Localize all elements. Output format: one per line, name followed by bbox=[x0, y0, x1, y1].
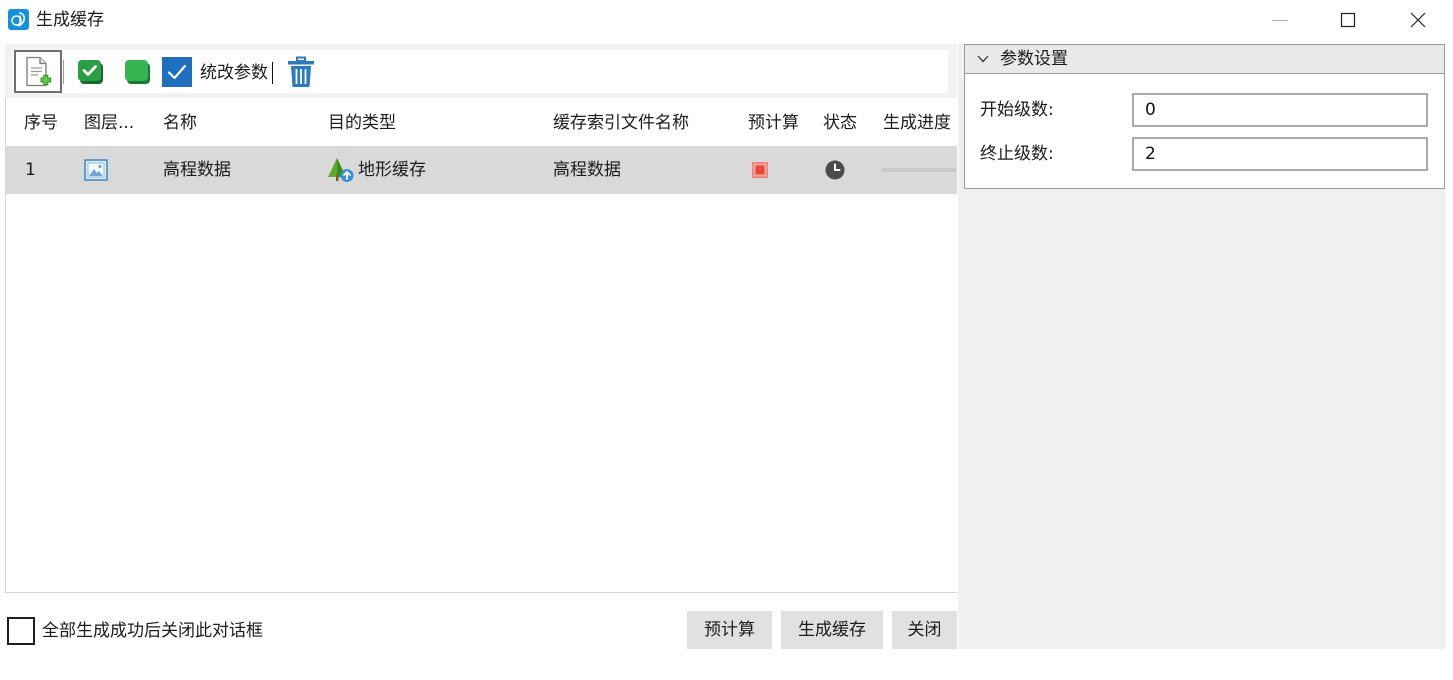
close-icon bbox=[1410, 12, 1426, 28]
terrain-cache-icon bbox=[327, 157, 355, 183]
table-header: 序号 图层... 名称 目的类型 缓存索引文件名称 预计算 状态 生成进度 bbox=[6, 100, 957, 146]
row-index-file-name: 高程数据 bbox=[553, 160, 621, 180]
precompute-button[interactable]: 预计算 bbox=[687, 611, 772, 649]
column-header-progress[interactable]: 生成进度 bbox=[883, 100, 951, 146]
deselect-all-button[interactable] bbox=[123, 58, 153, 86]
maximize-icon bbox=[1340, 12, 1356, 28]
checkmark-icon bbox=[167, 64, 187, 80]
minimize-button[interactable] bbox=[1257, 0, 1303, 40]
maximize-button[interactable] bbox=[1325, 0, 1371, 40]
window-title: 生成缓存 bbox=[36, 10, 104, 30]
column-header-target-type[interactable]: 目的类型 bbox=[328, 100, 396, 146]
column-header-precompute[interactable]: 预计算 bbox=[748, 100, 799, 146]
chevron-down-icon[interactable] bbox=[977, 55, 989, 63]
end-level-label: 终止级数: bbox=[980, 144, 1054, 164]
batch-edit-label[interactable]: 统改参数 bbox=[200, 60, 268, 86]
close-button[interactable]: 关闭 bbox=[892, 611, 957, 649]
close-window-button[interactable] bbox=[1395, 0, 1441, 40]
parameter-settings-header[interactable]: 参数设置 bbox=[965, 45, 1444, 74]
progress-bar bbox=[882, 168, 957, 172]
end-level-input[interactable] bbox=[1132, 137, 1428, 171]
table-row[interactable]: 1 高程数据 地形缓存 高程数据 bbox=[6, 146, 957, 194]
start-level-input[interactable] bbox=[1132, 93, 1428, 127]
column-header-layer[interactable]: 图层... bbox=[84, 100, 134, 146]
column-header-index-file[interactable]: 缓存索引文件名称 bbox=[553, 100, 689, 146]
close-on-success-label[interactable]: 全部生成成功后关闭此对话框 bbox=[42, 619, 263, 643]
toolbar-separator bbox=[63, 60, 64, 84]
start-level-label: 开始级数: bbox=[980, 100, 1054, 120]
new-task-icon bbox=[26, 56, 51, 86]
uncheck-all-icon bbox=[125, 60, 150, 84]
title-bar: 生成缓存 bbox=[0, 0, 1453, 40]
column-header-status[interactable]: 状态 bbox=[823, 100, 857, 146]
text-caret bbox=[272, 62, 273, 84]
parameter-settings-group: 参数设置 开始级数: 终止级数: bbox=[964, 44, 1445, 189]
stop-icon[interactable] bbox=[752, 162, 768, 178]
task-table: 序号 图层... 名称 目的类型 缓存索引文件名称 预计算 状态 生成进度 1 … bbox=[5, 98, 957, 593]
app-logo-icon bbox=[8, 9, 29, 30]
row-name: 高程数据 bbox=[163, 160, 231, 180]
row-index: 1 bbox=[25, 160, 36, 180]
batch-edit-checkbox[interactable] bbox=[162, 57, 192, 87]
toolbar: 统改参数 bbox=[5, 44, 957, 100]
new-task-button[interactable] bbox=[14, 50, 62, 93]
row-target-type: 地形缓存 bbox=[358, 160, 426, 180]
minimize-icon bbox=[1272, 20, 1288, 21]
close-on-success-checkbox[interactable] bbox=[7, 617, 35, 645]
delete-button[interactable] bbox=[286, 56, 316, 88]
select-all-button[interactable] bbox=[76, 58, 106, 86]
column-header-index[interactable]: 序号 bbox=[24, 100, 58, 146]
raster-layer-icon bbox=[84, 159, 108, 181]
column-header-name[interactable]: 名称 bbox=[163, 100, 197, 146]
check-all-icon bbox=[78, 60, 103, 84]
clock-icon bbox=[825, 160, 845, 180]
parameter-settings-title: 参数设置 bbox=[1000, 49, 1068, 69]
delete-icon bbox=[288, 56, 314, 87]
generate-cache-button[interactable]: 生成缓存 bbox=[781, 611, 883, 649]
